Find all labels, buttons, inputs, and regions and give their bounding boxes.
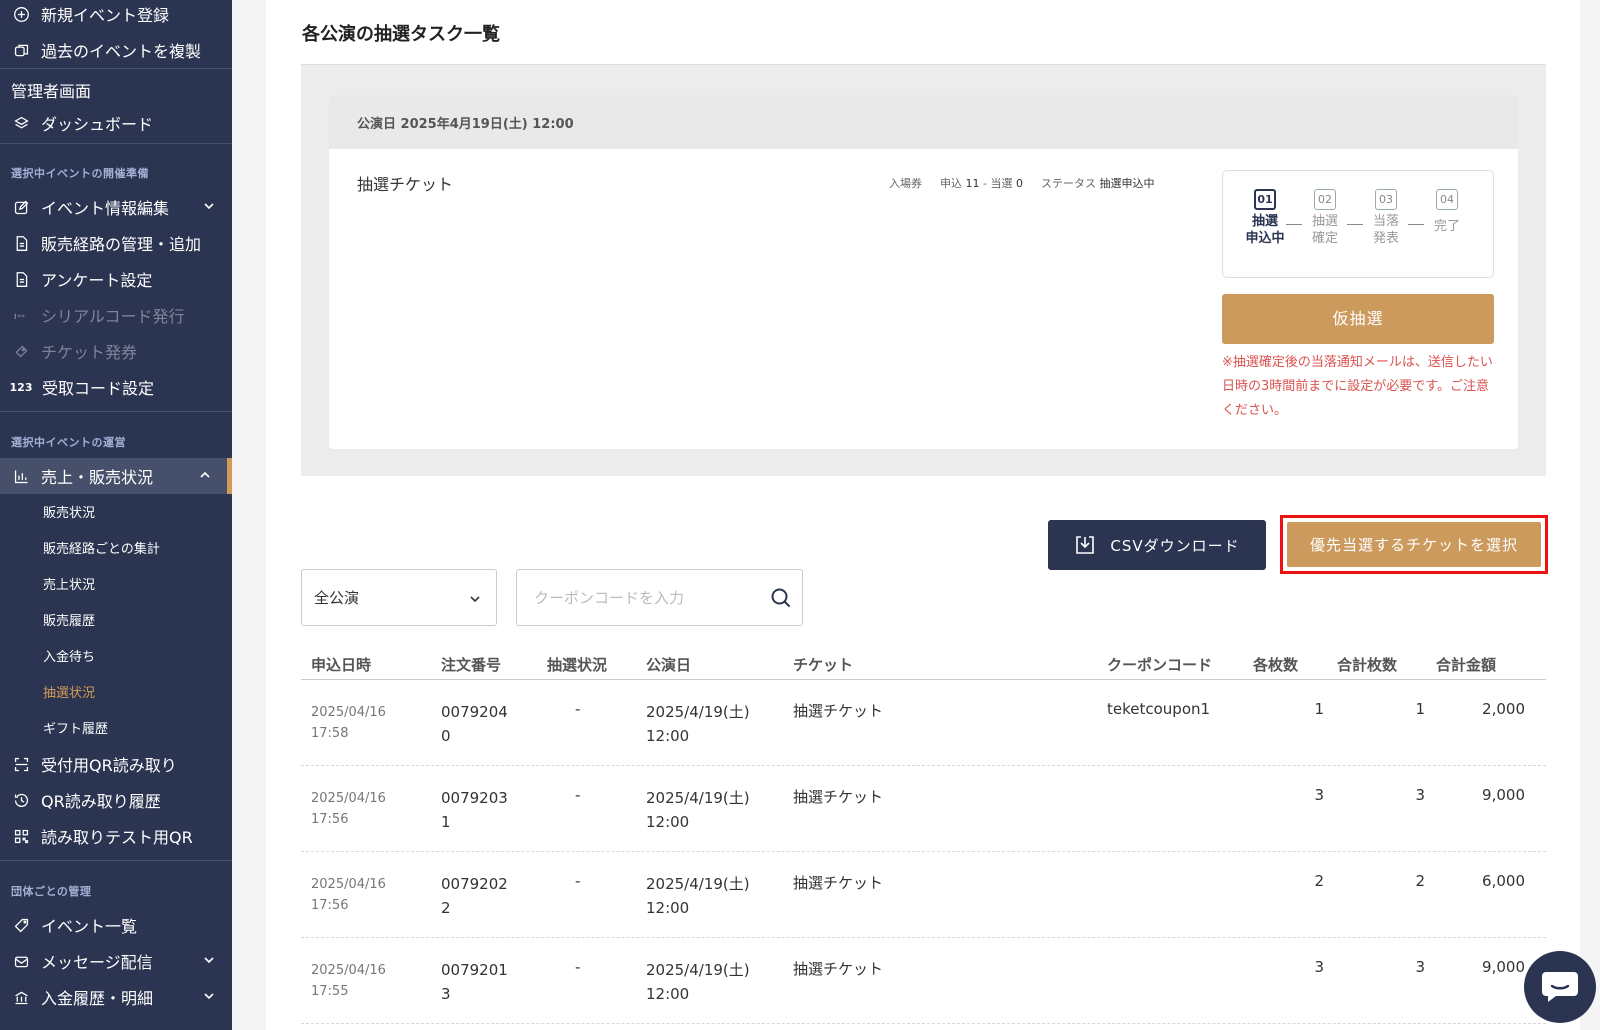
sidebar-item-dashboard[interactable]: ダッシュボード bbox=[0, 105, 232, 141]
chat-icon bbox=[1542, 972, 1578, 1002]
sidebar-divider bbox=[0, 411, 232, 412]
sidebar-item-payment-history[interactable]: 入金履歴・明細 bbox=[0, 979, 232, 1015]
ticket-icon bbox=[11, 341, 31, 361]
draw-note: ※抽選確定後の当落通知メールは、送信したい日時の3時間前までに設定が必要です。ご… bbox=[1222, 355, 1493, 418]
sidebar-item-serial-code: ** シリアルコード発行 bbox=[0, 297, 232, 333]
sidebar-section-prep: 選択中イベントの開催準備 bbox=[11, 167, 149, 180]
sidebar-item-receipt-code[interactable]: 123 受取コード設定 bbox=[0, 369, 232, 405]
sidebar-subitem-lottery-status[interactable]: 抽選状況 bbox=[43, 682, 95, 701]
copy-icon bbox=[11, 40, 31, 60]
bank-icon bbox=[11, 987, 31, 1007]
layers-icon bbox=[11, 113, 31, 133]
document-icon bbox=[11, 269, 31, 289]
table-row[interactable]: 2025/04/16 17:56 0079203 1 - 2025/4/19(土) 1… bbox=[301, 766, 1546, 852]
serial-code-icon: ** bbox=[11, 305, 31, 325]
edit-icon bbox=[11, 197, 31, 217]
sidebar-item-qr-scan[interactable]: 受付用QR読み取り bbox=[0, 746, 232, 782]
sidebar-item-new-event[interactable]: 新規イベント登録 bbox=[0, 0, 232, 32]
mail-icon bbox=[11, 951, 31, 971]
plus-circle-icon bbox=[11, 4, 31, 24]
csv-download-button[interactable]: CSVダウンロード bbox=[1048, 520, 1266, 570]
sidebar-divider bbox=[0, 68, 232, 69]
sidebar-admin-link[interactable]: 管理者画面 bbox=[11, 78, 91, 102]
sidebar-item-event-list[interactable]: イベント一覧 bbox=[0, 907, 232, 943]
chevron-down-icon bbox=[204, 993, 214, 1000]
coupon-search bbox=[516, 569, 803, 626]
lottery-steps: 01 抽選 申込中 02 抽選 確定 03 当落 発表 04 完了 bbox=[1222, 170, 1494, 278]
step-announced: 03 当落 発表 bbox=[1366, 189, 1406, 247]
tag-icon bbox=[11, 915, 31, 935]
sidebar-subitem-revenue[interactable]: 売上状況 bbox=[43, 574, 95, 593]
search-icon[interactable] bbox=[770, 587, 792, 609]
lottery-task-panel: 公演日 2025年4月19日(土) 12:00 抽選チケット 入場券 申込 11… bbox=[301, 64, 1546, 476]
page-title: 各公演の抽選タスク一覧 bbox=[302, 24, 500, 45]
sidebar-subitem-sales-status[interactable]: 販売状況 bbox=[43, 502, 95, 521]
sidebar: 新規イベント登録 過去のイベントを複製 管理者画面 ダッシュボード 選択中イベン… bbox=[0, 0, 232, 1030]
sidebar-item-copy-event[interactable]: 過去のイベントを複製 bbox=[0, 32, 232, 68]
table-row[interactable]: 2025/04/16 17:58 0079204 0 - 2025/4/19(土) 1… bbox=[301, 680, 1546, 766]
bar-chart-icon bbox=[11, 466, 31, 486]
lottery-task-card: 公演日 2025年4月19日(土) 12:00 抽選チケット 入場券 申込 11… bbox=[329, 95, 1518, 449]
performance-date: 公演日 2025年4月19日(土) 12:00 bbox=[329, 95, 1518, 149]
step-applying: 01 抽選 申込中 bbox=[1245, 189, 1285, 247]
sidebar-item-test-qr[interactable]: 読み取りテスト用QR bbox=[0, 818, 232, 854]
history-icon bbox=[11, 790, 31, 810]
priority-select-highlight: 優先当選するチケットを選択 bbox=[1280, 515, 1548, 574]
sidebar-section-group: 団体ごとの管理 bbox=[11, 885, 92, 898]
sidebar-subitem-pending-payment[interactable]: 入金待ち bbox=[43, 646, 95, 665]
table-row[interactable]: 2025/04/16 17:55 0079201 3 - 2025/4/19(土) 1… bbox=[301, 938, 1546, 1024]
table-header: 申込日時 注文番号 抽選状況 公演日 チケット クーポンコード 各枚数 合計枚数… bbox=[301, 648, 1546, 680]
chat-button[interactable] bbox=[1524, 951, 1596, 1023]
coupon-search-input[interactable] bbox=[517, 570, 757, 625]
sidebar-divider bbox=[0, 860, 232, 861]
qr-code-icon bbox=[11, 826, 31, 846]
sidebar-divider bbox=[0, 143, 232, 144]
performance-filter-select[interactable]: 全公演 bbox=[301, 569, 497, 626]
svg-text:**: ** bbox=[17, 312, 25, 321]
document-icon bbox=[11, 233, 31, 253]
main-content: 各公演の抽選タスク一覧 公演日 2025年4月19日(土) 12:00 抽選チケ… bbox=[266, 0, 1580, 1030]
sidebar-subitem-channel-summary[interactable]: 販売経路ごとの集計 bbox=[43, 538, 160, 557]
chevron-down-icon bbox=[470, 596, 480, 603]
applications-table: 申込日時 注文番号 抽選状況 公演日 チケット クーポンコード 各枚数 合計枚数… bbox=[301, 648, 1546, 1024]
chevron-down-icon bbox=[204, 957, 214, 964]
table-row[interactable]: 2025/04/16 17:56 0079202 2 - 2025/4/19(土) 1… bbox=[301, 852, 1546, 938]
download-icon bbox=[1076, 536, 1095, 554]
ticket-meta: 入場券 申込 11 - 当選 0 ステータス 抽選申込中 bbox=[889, 175, 1154, 191]
sidebar-subitem-sales-history[interactable]: 販売履歴 bbox=[43, 610, 95, 629]
sidebar-item-sales[interactable]: 売上・販売状況 bbox=[0, 458, 232, 494]
provisional-draw-button[interactable]: 仮抽選 bbox=[1222, 294, 1494, 344]
scan-icon bbox=[11, 754, 31, 774]
step-confirmed: 02 抽選 確定 bbox=[1305, 189, 1345, 247]
apply-win-counts: 申込 11 - 当選 0 bbox=[940, 177, 1023, 190]
sidebar-item-ticket-issue: チケット発券 bbox=[0, 333, 232, 369]
lottery-status: ステータス 抽選申込中 bbox=[1040, 177, 1155, 190]
sidebar-item-qr-history[interactable]: QR読み取り履歴 bbox=[0, 782, 232, 818]
sidebar-subitem-gift-history[interactable]: ギフト履歴 bbox=[43, 718, 108, 737]
priority-ticket-select-button[interactable]: 優先当選するチケットを選択 bbox=[1287, 522, 1541, 567]
sidebar-section-ops: 選択中イベントの運営 bbox=[11, 436, 126, 449]
number-icon: 123 bbox=[9, 380, 33, 394]
sidebar-item-channels[interactable]: 販売経路の管理・追加 bbox=[0, 225, 232, 261]
ticket-type: 入場券 bbox=[889, 177, 922, 190]
sidebar-item-survey[interactable]: アンケート設定 bbox=[0, 261, 232, 297]
chevron-down-icon bbox=[204, 203, 214, 210]
step-completed: 04 完了 bbox=[1427, 189, 1467, 235]
sidebar-item-event-edit[interactable]: イベント情報編集 bbox=[0, 189, 232, 225]
sidebar-item-messages[interactable]: メッセージ配信 bbox=[0, 943, 232, 979]
chevron-up-icon bbox=[200, 471, 210, 478]
ticket-name: 抽選チケット bbox=[357, 175, 454, 194]
